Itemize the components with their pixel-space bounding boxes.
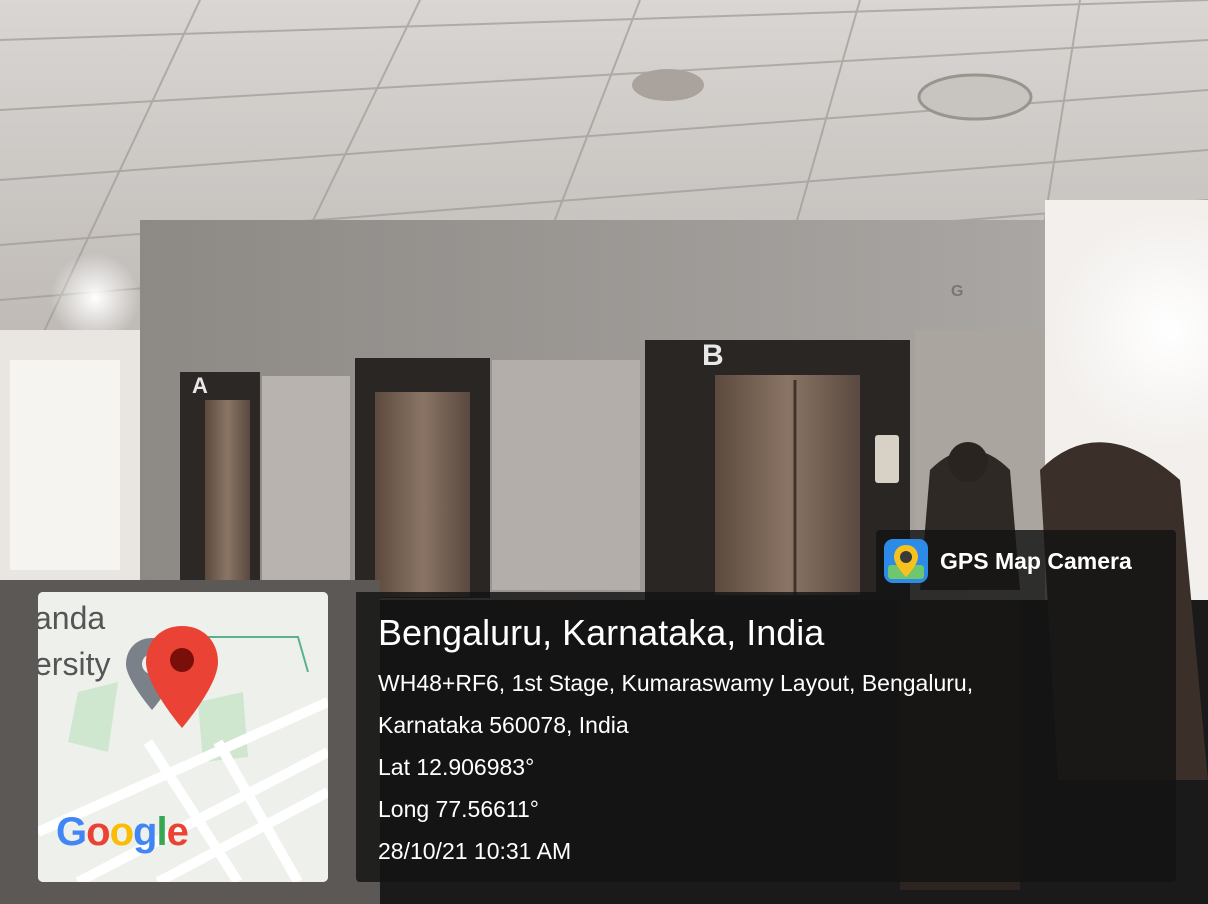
google-letter: G	[56, 810, 87, 854]
gps-map-camera-app-icon	[884, 539, 928, 583]
address-line-2: Karnataka 560078, India	[378, 712, 629, 738]
city-line: Bengaluru, Karnataka, India	[378, 612, 825, 653]
longitude: Long 77.56611°	[378, 796, 539, 822]
map-thumbnail[interactable]: anda ersity Google	[38, 592, 328, 882]
lift-label-b: B	[702, 339, 724, 372]
google-letter: l	[156, 810, 167, 854]
location-info-panel: Bengaluru, Karnataka, India WH48+RF6, 1s…	[356, 592, 1176, 882]
location-pin-icon	[146, 626, 218, 728]
map-label-bottom: ersity	[38, 646, 111, 682]
gps-map-camera-badge: GPS Map Camera	[876, 530, 1176, 592]
google-letter: g	[133, 810, 157, 854]
google-letter: e	[166, 810, 189, 854]
google-letter: o	[86, 810, 110, 854]
google-letter: o	[109, 810, 134, 854]
app-name: GPS Map Camera	[940, 547, 1132, 574]
address-line-1: WH48+RF6, 1st Stage, Kumaraswamy Layout,…	[378, 670, 974, 696]
latitude: Lat 12.906983°	[378, 754, 535, 780]
lift-label-g: G	[951, 283, 963, 300]
google-logo: Google	[56, 810, 189, 855]
lift-label-a: A	[192, 373, 208, 398]
map-label-top: anda	[38, 600, 106, 636]
datetime: 28/10/21 10:31 AM	[378, 838, 572, 864]
